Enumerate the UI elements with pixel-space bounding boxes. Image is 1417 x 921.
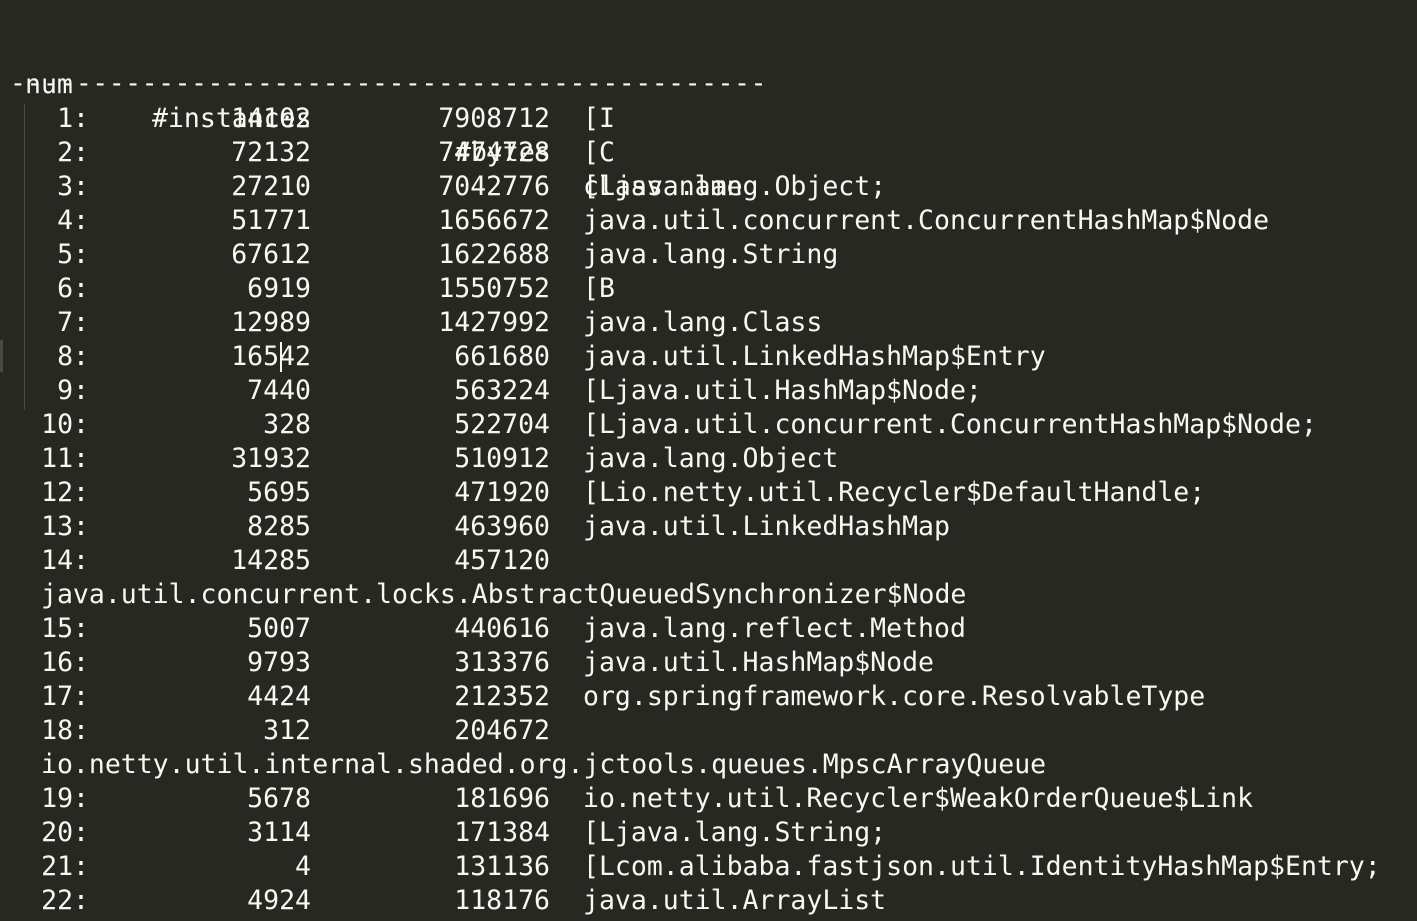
row-num: 11: — [41, 443, 89, 474]
row-instances: 4 — [295, 851, 311, 882]
row-instances: 9793 — [247, 647, 311, 678]
row-num: 22: — [41, 885, 89, 916]
row-class-name: java.util.LinkedHashMap$Entry — [583, 341, 1046, 372]
row-num: 4: — [57, 205, 89, 236]
row-instances: 5007 — [247, 613, 311, 644]
row-num: 3: — [57, 171, 89, 202]
row-class-name: java.util.ArrayList — [583, 885, 887, 916]
row-class-name: [Ljava.lang.Object; — [583, 171, 887, 202]
wrapped-class-name: java.util.concurrent.locks.AbstractQueue… — [41, 579, 967, 610]
row-num: 18: — [41, 715, 89, 746]
row-num: 12: — [41, 477, 89, 508]
row-instances: 51771 — [231, 205, 311, 236]
row-instances: 7440 — [247, 375, 311, 406]
row-num: 13: — [41, 511, 89, 542]
row-num: 15: — [41, 613, 89, 644]
wrapped-class-name: io.netty.util.internal.shaded.org.jctool… — [41, 749, 1047, 780]
row-class-name: io.netty.util.Recycler$WeakOrderQueue$Li… — [583, 783, 1254, 814]
row-class-name: java.util.LinkedHashMap — [583, 511, 950, 542]
row-class-name: java.util.concurrent.ConcurrentHashMap$N… — [583, 205, 1270, 236]
row-num: 14: — [41, 545, 89, 576]
row-bytes: 7042776 — [438, 171, 550, 202]
row-class-name: java.util.HashMap$Node — [583, 647, 934, 678]
row-bytes: 171384 — [454, 817, 550, 848]
row-bytes: 510912 — [454, 443, 550, 474]
row-class-name: org.springframework.core.ResolvableType — [583, 681, 1206, 712]
row-bytes: 204672 — [454, 715, 550, 746]
row-instances: 3114 — [247, 817, 311, 848]
row-instances: 328 — [263, 409, 311, 440]
histogram-header-line: num #instances #bytes class name — [25, 34, 743, 202]
row-bytes: 181696 — [454, 783, 550, 814]
row-num: 2: — [57, 137, 89, 168]
row-bytes: 1622688 — [438, 239, 550, 270]
row-num: 19: — [41, 783, 89, 814]
row-num: 7: — [57, 307, 89, 338]
row-bytes: 440616 — [454, 613, 550, 644]
row-instances: 12989 — [231, 307, 311, 338]
current-line-gutter-marker — [0, 340, 3, 372]
row-class-name: java.lang.String — [583, 239, 839, 270]
row-class-name: java.lang.Object — [583, 443, 839, 474]
row-instances: 27210 — [231, 171, 311, 202]
row-class-name: [Ljava.util.HashMap$Node; — [583, 375, 982, 406]
row-bytes: 7474728 — [438, 137, 550, 168]
row-class-name: [Lio.netty.util.Recycler$DefaultHandle; — [583, 477, 1206, 508]
row-num: 17: — [41, 681, 89, 712]
row-bytes: 471920 — [454, 477, 550, 508]
row-instances: 14285 — [231, 545, 311, 576]
row-class-name: [I — [583, 103, 615, 134]
row-bytes: 661680 — [454, 341, 550, 372]
row-instances: 5678 — [247, 783, 311, 814]
row-class-name: java.lang.reflect.Method — [583, 613, 966, 644]
row-bytes: 1550752 — [438, 273, 550, 304]
row-bytes: 1656672 — [438, 205, 550, 236]
row-instances: 67612 — [231, 239, 311, 270]
row-class-name: [B — [583, 273, 615, 304]
row-bytes: 522704 — [454, 409, 550, 440]
row-instances: 4424 — [247, 681, 311, 712]
row-class-name: [Lcom.alibaba.fastjson.util.IdentityHash… — [583, 851, 1381, 882]
row-num: 16: — [41, 647, 89, 678]
row-bytes: 563224 — [454, 375, 550, 406]
row-class-name: [Ljava.lang.String; — [583, 817, 887, 848]
row-bytes: 131136 — [454, 851, 550, 882]
row-instances: 31932 — [231, 443, 311, 474]
text-editor-area[interactable]: num #instances #bytes class name -------… — [0, 0, 1417, 921]
row-instances: 14102 — [231, 103, 311, 134]
row-instances: 6919 — [247, 273, 311, 304]
row-instances: 8285 — [247, 511, 311, 542]
row-num: 20: — [41, 817, 89, 848]
row-num: 10: — [41, 409, 89, 440]
row-num: 9: — [57, 375, 89, 406]
row-instances: 5695 — [247, 477, 311, 508]
row-bytes: 1427992 — [438, 307, 550, 338]
row-class-name: [Ljava.util.concurrent.ConcurrentHashMap… — [583, 409, 1317, 440]
row-bytes: 463960 — [454, 511, 550, 542]
row-instances: 4924 — [247, 885, 311, 916]
row-num: 5: — [57, 239, 89, 270]
row-num: 1: — [57, 103, 89, 134]
row-class-name: [C — [583, 137, 615, 168]
row-num: 6: — [57, 273, 89, 304]
row-bytes: 313376 — [454, 647, 550, 678]
text-caret — [280, 342, 282, 372]
row-bytes: 457120 — [454, 545, 550, 576]
separator-line: ----------------------------------------… — [10, 68, 767, 99]
row-instances: 72132 — [231, 137, 311, 168]
row-num: 21: — [41, 851, 89, 882]
row-bytes: 118176 — [454, 885, 550, 916]
row-bytes: 7908712 — [438, 103, 550, 134]
row-num: 8: — [57, 341, 89, 372]
row-instances: 312 — [263, 715, 311, 746]
row-class-name: java.lang.Class — [583, 307, 823, 338]
row-bytes: 212352 — [454, 681, 550, 712]
